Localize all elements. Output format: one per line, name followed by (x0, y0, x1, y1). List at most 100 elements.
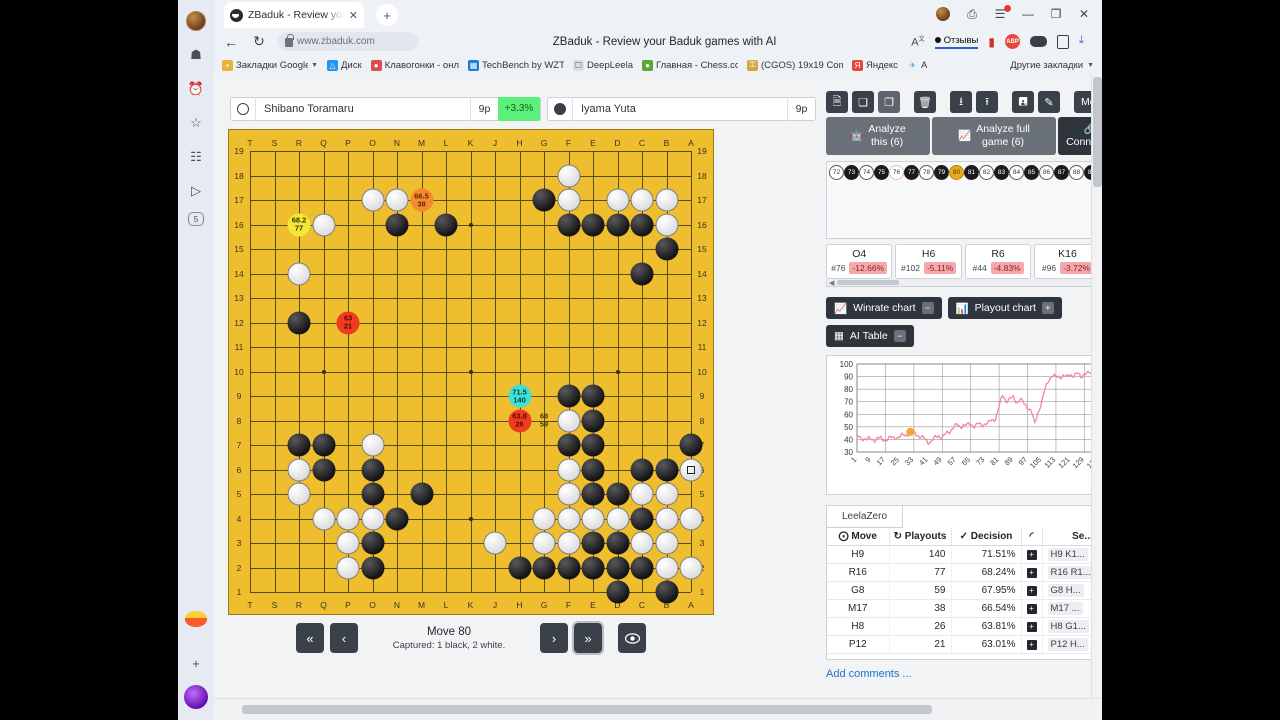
messenger-icon[interactable]: ☷ (183, 144, 209, 170)
black-stone[interactable] (287, 433, 311, 457)
black-stone[interactable] (361, 458, 384, 481)
move-node[interactable]: 74 (859, 165, 877, 180)
black-stone[interactable] (385, 507, 409, 530)
bad-move-card[interactable]: R6 #44 -4.83% (964, 244, 1032, 279)
white-stone[interactable] (606, 507, 629, 530)
white-stone[interactable] (336, 507, 360, 530)
analyze-full-game-button[interactable]: 📈 Analyze full game (6) (932, 117, 1056, 155)
add-comments-link[interactable]: Add comments ... (826, 668, 1102, 680)
move-node[interactable]: 80 (949, 165, 967, 180)
bookmark-item[interactable]: Я Яндекс (851, 59, 898, 71)
black-stone[interactable] (606, 580, 629, 604)
white-stone[interactable] (655, 188, 678, 212)
white-stone[interactable] (532, 507, 556, 530)
black-stone[interactable] (434, 213, 458, 236)
bookmark-item[interactable]: ● Главная - Chess.co (641, 59, 738, 71)
black-stone[interactable] (385, 213, 409, 236)
white-stone[interactable] (679, 507, 703, 530)
col-decision[interactable]: ✓ Decision (951, 528, 1022, 546)
black-stone[interactable] (630, 458, 654, 481)
black-stone[interactable] (312, 458, 335, 481)
adblock-icon[interactable]: ABP (1005, 34, 1020, 49)
white-stone[interactable] (361, 433, 384, 457)
black-stone[interactable] (581, 384, 605, 408)
last-move-button[interactable]: » (572, 621, 604, 655)
ai-table-toggle[interactable]: − (893, 330, 906, 342)
current-move-marker[interactable] (906, 427, 915, 436)
black-stone[interactable] (557, 213, 580, 236)
notifications-icon[interactable]: ☗ (183, 42, 209, 68)
expand-icon[interactable]: + (1026, 640, 1037, 650)
tab-islands-icon[interactable]: ⎙ (964, 7, 980, 22)
move-node[interactable]: 86 (1039, 165, 1057, 180)
white-stone[interactable] (532, 531, 556, 555)
expand-icon[interactable]: + (1026, 568, 1037, 578)
browser-tab[interactable]: ZBaduk - Review your B ✕ (224, 2, 364, 28)
white-stone[interactable] (655, 556, 678, 579)
new-file-icon[interactable]: 🗎 (826, 91, 848, 113)
extension-icon[interactable] (1057, 34, 1069, 49)
white-stone[interactable] (287, 458, 311, 481)
black-stone[interactable] (655, 580, 678, 604)
candidate-move[interactable]: 66.5 38 (410, 188, 433, 212)
white-player-name[interactable]: Shibano Toramaru (255, 97, 470, 121)
white-stone[interactable] (581, 507, 605, 530)
workspace-5-icon[interactable]: 5 (188, 212, 204, 226)
black-stone[interactable] (606, 556, 629, 579)
black-stone[interactable] (630, 556, 654, 579)
white-stone[interactable] (557, 409, 580, 432)
bookmark-flag-icon[interactable]: ▮ (988, 35, 995, 49)
black-stone[interactable] (581, 213, 605, 236)
white-stone[interactable] (606, 188, 629, 212)
black-stone[interactable] (312, 433, 335, 457)
white-stone[interactable] (287, 262, 311, 285)
close-button[interactable]: ✕ (1076, 7, 1092, 21)
bookmark-item[interactable]: ✈ A (907, 60, 927, 71)
move-node[interactable]: 82 (979, 165, 997, 180)
bookmark-item[interactable]: ▦ TechBench by WZT (468, 59, 564, 71)
chevron-down-icon[interactable]: ▼ (311, 62, 318, 69)
col-visualize[interactable]: ◜ (1021, 528, 1043, 546)
black-stone[interactable] (630, 213, 654, 236)
sync-icon[interactable]: ⤓ (1079, 34, 1094, 49)
engine-tab[interactable]: LeelaZero (827, 506, 903, 528)
white-stone[interactable] (312, 507, 335, 530)
go-board[interactable]: T T S S R R Q Q P P O O N N M M L L K K J J H H G G F F E E D D C C B B A A 19… (228, 129, 714, 615)
address-bar[interactable]: www.zbaduk.com (278, 32, 418, 51)
candidate-move[interactable]: 63 21 (336, 311, 360, 334)
black-stone[interactable] (581, 458, 605, 481)
white-stone[interactable] (336, 556, 360, 579)
upload-icon[interactable]: ⭱ (976, 91, 998, 113)
winrate-chart-toggle[interactable]: − (921, 302, 934, 314)
opera-logo-icon[interactable] (183, 684, 209, 710)
white-stone[interactable] (630, 188, 654, 212)
white-stone[interactable] (557, 458, 580, 481)
minimize-button[interactable]: — (1020, 7, 1036, 21)
black-stone[interactable] (532, 188, 556, 212)
translate-icon[interactable]: A文 (911, 34, 924, 49)
move-strip[interactable]: 727374757677787980818283848586878889 ▲ ▼ (826, 161, 1102, 239)
candidate-move[interactable]: 63.8 26 (508, 409, 531, 432)
winrate-chart-button[interactable]: 📈 Winrate chart − (826, 297, 942, 319)
move-node[interactable]: 88 (1069, 165, 1087, 180)
other-bookmarks-button[interactable]: Другие закладки ▼ (1010, 60, 1094, 71)
black-stone[interactable] (581, 531, 605, 555)
bad-move-card[interactable]: O4 #76 -12.66% (826, 244, 893, 279)
copy-icon[interactable]: ❏ (852, 91, 874, 113)
bad-moves-scrollbar[interactable]: ◀ ▶ (826, 279, 1102, 287)
white-stone[interactable] (336, 531, 360, 555)
white-stone[interactable] (312, 213, 335, 236)
black-stone[interactable] (557, 384, 580, 408)
white-stone[interactable] (483, 531, 507, 555)
candidate-move[interactable]: 68.2 77 (287, 213, 311, 236)
playout-chart-toggle[interactable]: + (1041, 302, 1054, 314)
white-stone[interactable] (679, 556, 703, 579)
expand-icon[interactable]: + (1026, 550, 1037, 560)
winrate-chart[interactable]: 30 40 50 60 70 80 90 100 1 9 17 25 33 41 49 57 65 73 81 89 9… (826, 355, 1102, 495)
col-playouts[interactable]: ↻ Playouts (889, 528, 952, 546)
new-tab-button[interactable]: + (376, 4, 398, 26)
white-stone[interactable] (557, 482, 580, 506)
black-stone[interactable] (606, 482, 629, 506)
gamepad-icon[interactable] (1030, 36, 1047, 47)
black-stone[interactable] (557, 556, 580, 579)
